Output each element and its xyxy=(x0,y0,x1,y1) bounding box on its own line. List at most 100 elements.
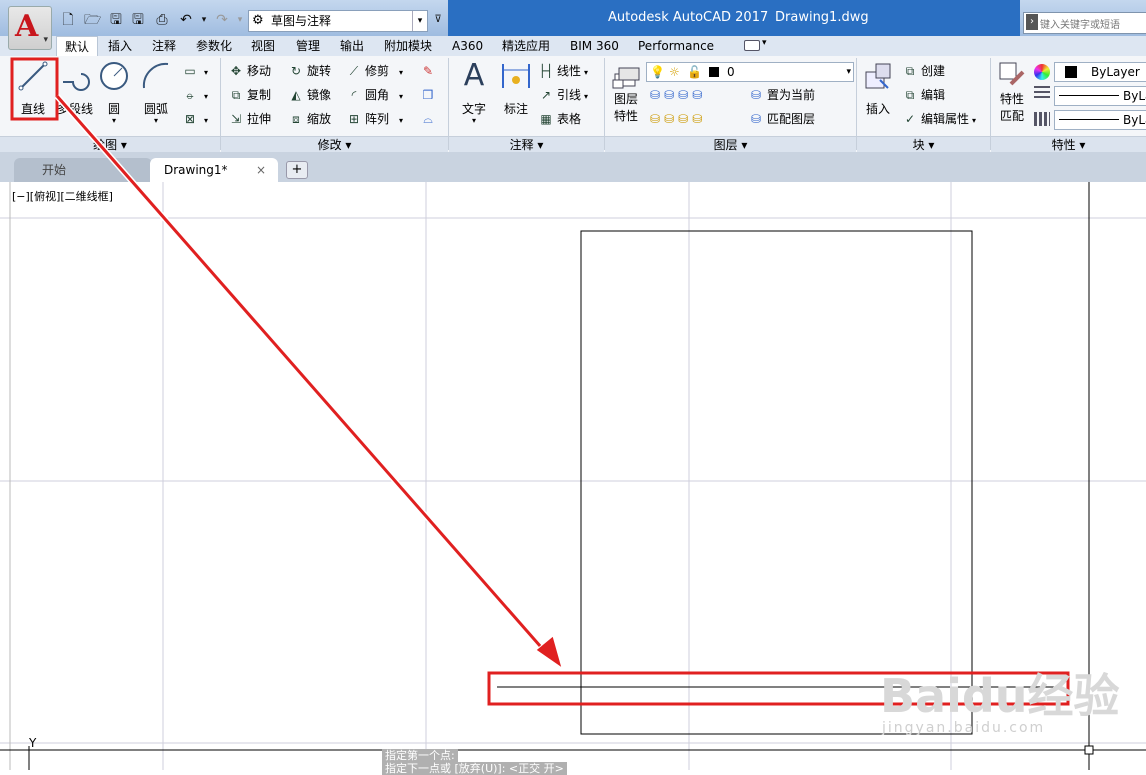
workspace-selector[interactable]: ⚙ 草图与注释 ▾ xyxy=(248,10,428,32)
tab-insert[interactable]: 插入 xyxy=(100,36,140,56)
layer-tools-row-2[interactable]: ⛁⛁⛁⛁ xyxy=(650,110,706,128)
tab-performance[interactable]: Performance xyxy=(630,36,722,56)
lineweight-preview xyxy=(1059,95,1119,96)
chevron-down-icon: ▾ xyxy=(928,138,935,152)
undo-dropdown-icon[interactable]: ▾ xyxy=(196,12,212,28)
table-button[interactable]: ▦ 表格 xyxy=(538,110,581,128)
region-button[interactable]: ⊠ ▾ xyxy=(182,110,208,128)
tab-drawing1[interactable]: Drawing1* × xyxy=(150,158,278,182)
watermark-url: jingyan.baidu.com xyxy=(882,720,1046,736)
save-icon[interactable]: 🖫 xyxy=(108,12,124,28)
viewport-controls[interactable]: [−][俯视][二维线框] xyxy=(12,188,113,204)
customize-quick-access-icon[interactable]: ⊽ xyxy=(430,12,446,28)
tab-output[interactable]: 输出 xyxy=(332,36,372,56)
modify-panel-title[interactable]: 修改 ▾ xyxy=(221,136,448,153)
chevron-down-icon: ▾ xyxy=(741,138,748,152)
open-file-icon[interactable]: 🗁 xyxy=(84,12,101,28)
dimension-button[interactable]: 标注 xyxy=(496,60,536,117)
tab-bim360[interactable]: BIM 360 xyxy=(562,36,627,56)
create-block-button[interactable]: ⧉ 创建 xyxy=(902,62,945,80)
layers-panel-title[interactable]: 图层 ▾ xyxy=(605,136,856,153)
undo-icon[interactable]: ↶ xyxy=(178,12,194,28)
properties-panel-title[interactable]: 特性 ▾ xyxy=(991,136,1146,153)
linetype-dropdown[interactable]: ByLa xyxy=(1054,110,1146,130)
stretch-button[interactable]: ⇲ 拉伸 xyxy=(228,110,271,128)
tab-featured-apps[interactable]: 精选应用 xyxy=(494,36,558,56)
redo-dropdown-icon[interactable]: ▾ xyxy=(232,12,248,28)
tab-parametric[interactable]: 参数化 xyxy=(188,36,240,56)
search-placeholder: 键入关键字或短语 xyxy=(1040,20,1120,31)
draw-panel-title[interactable]: 绘图 ▾ xyxy=(0,136,220,153)
linear-dimension-button[interactable]: ├┤ 线性 ▾ xyxy=(538,62,588,80)
chevron-down-icon: ▾ xyxy=(204,68,209,77)
close-icon[interactable]: × xyxy=(256,158,266,182)
copy-button[interactable]: ⧉ 复制 xyxy=(228,86,271,104)
new-tab-button[interactable]: + xyxy=(286,161,308,179)
circle-label: 圆 xyxy=(107,102,120,116)
watermark-logo: Baidu经验 xyxy=(880,669,1120,723)
save-as-icon[interactable]: 🖫 xyxy=(130,12,146,28)
match-layer-icon: ⛁ xyxy=(750,112,762,126)
mirror-button[interactable]: ◭ 镜像 xyxy=(288,86,331,104)
layer-properties-button[interactable]: 图层 特性 xyxy=(608,60,644,124)
tab-a360[interactable]: A360 xyxy=(444,36,491,56)
tab-annotate[interactable]: 注释 xyxy=(144,36,184,56)
array-button[interactable]: ⊞ 阵列 ▾ xyxy=(346,110,403,128)
command-history-line-2: 指定下一点或 [放弃(U)]: <正交 开> xyxy=(382,762,567,775)
mirror-icon: ◭ xyxy=(291,88,301,102)
arc-button[interactable]: 圆弧 ▾ xyxy=(136,60,176,125)
match-properties-button[interactable]: 特性 匹配 xyxy=(994,60,1030,124)
chevron-down-icon[interactable]: ▾ xyxy=(762,38,767,48)
color-dropdown[interactable]: ByLayer xyxy=(1054,62,1146,82)
print-icon[interactable]: ⎙ xyxy=(154,12,170,28)
trim-button[interactable]: ⟋ 修剪 ▾ xyxy=(346,62,403,80)
drawn-rectangle[interactable] xyxy=(580,230,973,735)
rectangle-button[interactable]: ▭ ▾ xyxy=(182,62,208,80)
lineweight-dropdown[interactable]: ByLa xyxy=(1054,86,1146,106)
color-swatch xyxy=(1065,66,1077,78)
application-menu-button[interactable]: A ▾ xyxy=(8,6,52,50)
line-button[interactable]: 直线 xyxy=(12,60,54,117)
circle-icon xyxy=(100,62,128,90)
copy-icon: ⧉ xyxy=(231,88,241,102)
ucs-y-label: Y xyxy=(29,736,37,750)
annotation-panel-label: 注释 xyxy=(509,138,534,152)
search-input[interactable]: › 键入关键字或短语 xyxy=(1023,12,1146,34)
layer-dropdown[interactable]: 💡 ☼ 🔓 0 ▾ xyxy=(646,62,854,82)
new-file-icon[interactable]: 🗋 xyxy=(60,12,76,28)
circle-button[interactable]: 圆 ▾ xyxy=(96,60,132,125)
offset-button[interactable]: ⌓ xyxy=(420,110,439,128)
edit-attributes-button[interactable]: ✓ 编辑属性 ▾ xyxy=(902,110,976,128)
scale-button[interactable]: ⧈ 缩放 xyxy=(288,110,331,128)
chevron-down-icon: ▾ xyxy=(399,92,404,101)
annotation-panel-title[interactable]: 注释 ▾ xyxy=(449,136,604,153)
lineweight-value: ByLa xyxy=(1123,89,1146,103)
tab-view[interactable]: 视图 xyxy=(243,36,283,56)
rotate-button[interactable]: ↻ 旋转 xyxy=(288,62,331,80)
tab-addins[interactable]: 附加模块 xyxy=(376,36,440,56)
move-button[interactable]: ✥ 移动 xyxy=(228,62,271,80)
tab-home[interactable]: 默认 xyxy=(56,36,99,58)
tab-start[interactable]: 开始 xyxy=(14,158,152,182)
chevron-down-icon: ▾ xyxy=(1079,138,1086,152)
set-current-button[interactable]: ⛁ 置为当前 xyxy=(748,86,815,104)
ribbon-minimize-icon[interactable] xyxy=(744,40,760,51)
explode-button[interactable]: ❒ xyxy=(420,86,439,104)
block-panel-title[interactable]: 块 ▾ xyxy=(857,136,990,153)
edit-block-button[interactable]: ⧉ 编辑 xyxy=(902,86,945,104)
match-layer-button[interactable]: ⛁ 匹配图层 xyxy=(748,110,815,128)
text-button[interactable]: A 文字 ▾ xyxy=(456,60,492,125)
chevron-down-icon: ▾ xyxy=(584,92,589,101)
command-history-line-1: 指定第一个点: xyxy=(382,749,458,762)
leader-button[interactable]: ↗ 引线 ▾ xyxy=(538,86,588,104)
layer-tools-row-1[interactable]: ⛁⛁⛁⛁ xyxy=(650,86,706,104)
polyline-button[interactable]: 多段线 xyxy=(54,60,96,117)
erase-button[interactable]: ✎ xyxy=(420,62,439,80)
fillet-button[interactable]: ◜ 圆角 ▾ xyxy=(346,86,403,104)
hatch-button[interactable]: ⦵ ▾ xyxy=(182,86,208,104)
redo-icon[interactable]: ↷ xyxy=(214,12,230,28)
linear-label: 线性 xyxy=(557,64,582,78)
modify-panel-label: 修改 xyxy=(317,138,342,152)
insert-block-button[interactable]: 插入 xyxy=(860,60,896,117)
tab-manage[interactable]: 管理 xyxy=(288,36,328,56)
